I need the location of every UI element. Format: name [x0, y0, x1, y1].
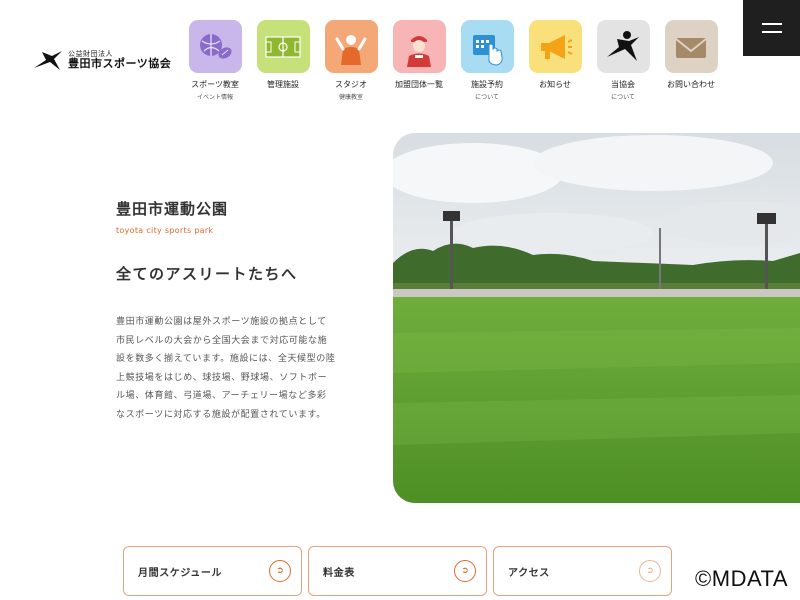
calendar-tap-icon [460, 20, 514, 73]
arrow-right-icon: ➲ [454, 560, 476, 582]
page-title: 豊田市運動公園 [116, 200, 229, 218]
nav-label: スタジオ [335, 80, 367, 89]
soccer-field-icon [256, 20, 310, 73]
nav-label: お知らせ [539, 80, 571, 89]
copyright-watermark: ©MDATA [695, 566, 788, 591]
fee-table-button-label: 料金表 [323, 567, 355, 579]
nav-item-about[interactable]: 当協会 について [596, 20, 650, 101]
arrow-right-icon: ➲ [269, 560, 291, 582]
nav-label: 加盟団体一覧 [395, 80, 443, 89]
hamburger-menu-button[interactable] [743, 0, 800, 56]
nav-item-facilities[interactable]: 管理施設 [256, 20, 310, 101]
catch-copy: 全てのアスリートたちへ [116, 265, 298, 283]
nav-item-studio[interactable]: スタジオ 健康教室 [324, 20, 378, 101]
schedule-button[interactable]: 月間スケジュール ➲ [123, 546, 302, 596]
nav-item-contact[interactable]: お問い合わせ [664, 20, 718, 101]
menu-bar-icon [761, 23, 782, 25]
nav-label: 当協会 [611, 80, 635, 89]
logo-title: 豊田市スポーツ協会 [68, 56, 172, 70]
envelope-icon [664, 20, 718, 73]
nav-item-member-groups[interactable]: 加盟団体一覧 [392, 20, 446, 101]
access-button[interactable]: アクセス ➲ [493, 546, 672, 596]
nav-label: 管理施設 [267, 80, 299, 89]
nav-sublabel: 健康教室 [338, 94, 363, 101]
runner-logo-icon [34, 51, 62, 70]
main-nav: スポーツ教室 イベント情報 管理施設 スタジオ 健康教室 加盟団体一覧 施設予約… [188, 20, 732, 101]
quick-links: 月間スケジュール ➲ 料金表 ➲ アクセス ➲ [123, 546, 678, 596]
nav-label: 施設予約 [471, 80, 503, 89]
nav-item-sports-class[interactable]: スポーツ教室 イベント情報 [188, 20, 242, 101]
arrow-right-icon: ➲ [639, 560, 661, 582]
sports-balls-icon [188, 20, 242, 73]
nav-sublabel: について [475, 94, 499, 101]
member-person-icon [392, 20, 446, 73]
park-description: 豊田市運動公園は屋外スポーツ施設の拠点として市民レベルの大会から全国大会まで対応… [116, 317, 336, 420]
nav-label: お問い合わせ [667, 80, 715, 89]
nav-label: スポーツ教室 [191, 80, 239, 89]
megaphone-icon [528, 20, 582, 73]
nav-item-news[interactable]: お知らせ [528, 20, 582, 101]
schedule-button-label: 月間スケジュール [138, 567, 223, 579]
studio-icon [324, 20, 378, 73]
sports-park-photo [393, 133, 800, 503]
runner-icon [596, 20, 650, 73]
fee-table-button[interactable]: 料金表 ➲ [308, 546, 487, 596]
menu-bar-icon [761, 31, 782, 33]
access-button-label: アクセス [508, 567, 550, 579]
page-subtitle: toyota city sports park [116, 226, 214, 235]
nav-item-reservation[interactable]: 施設予約 について [460, 20, 514, 101]
site-logo[interactable]: 公益財団法人 豊田市スポーツ協会 [32, 48, 171, 72]
nav-sublabel: について [611, 94, 635, 101]
nav-sublabel: イベント情報 [196, 94, 233, 101]
